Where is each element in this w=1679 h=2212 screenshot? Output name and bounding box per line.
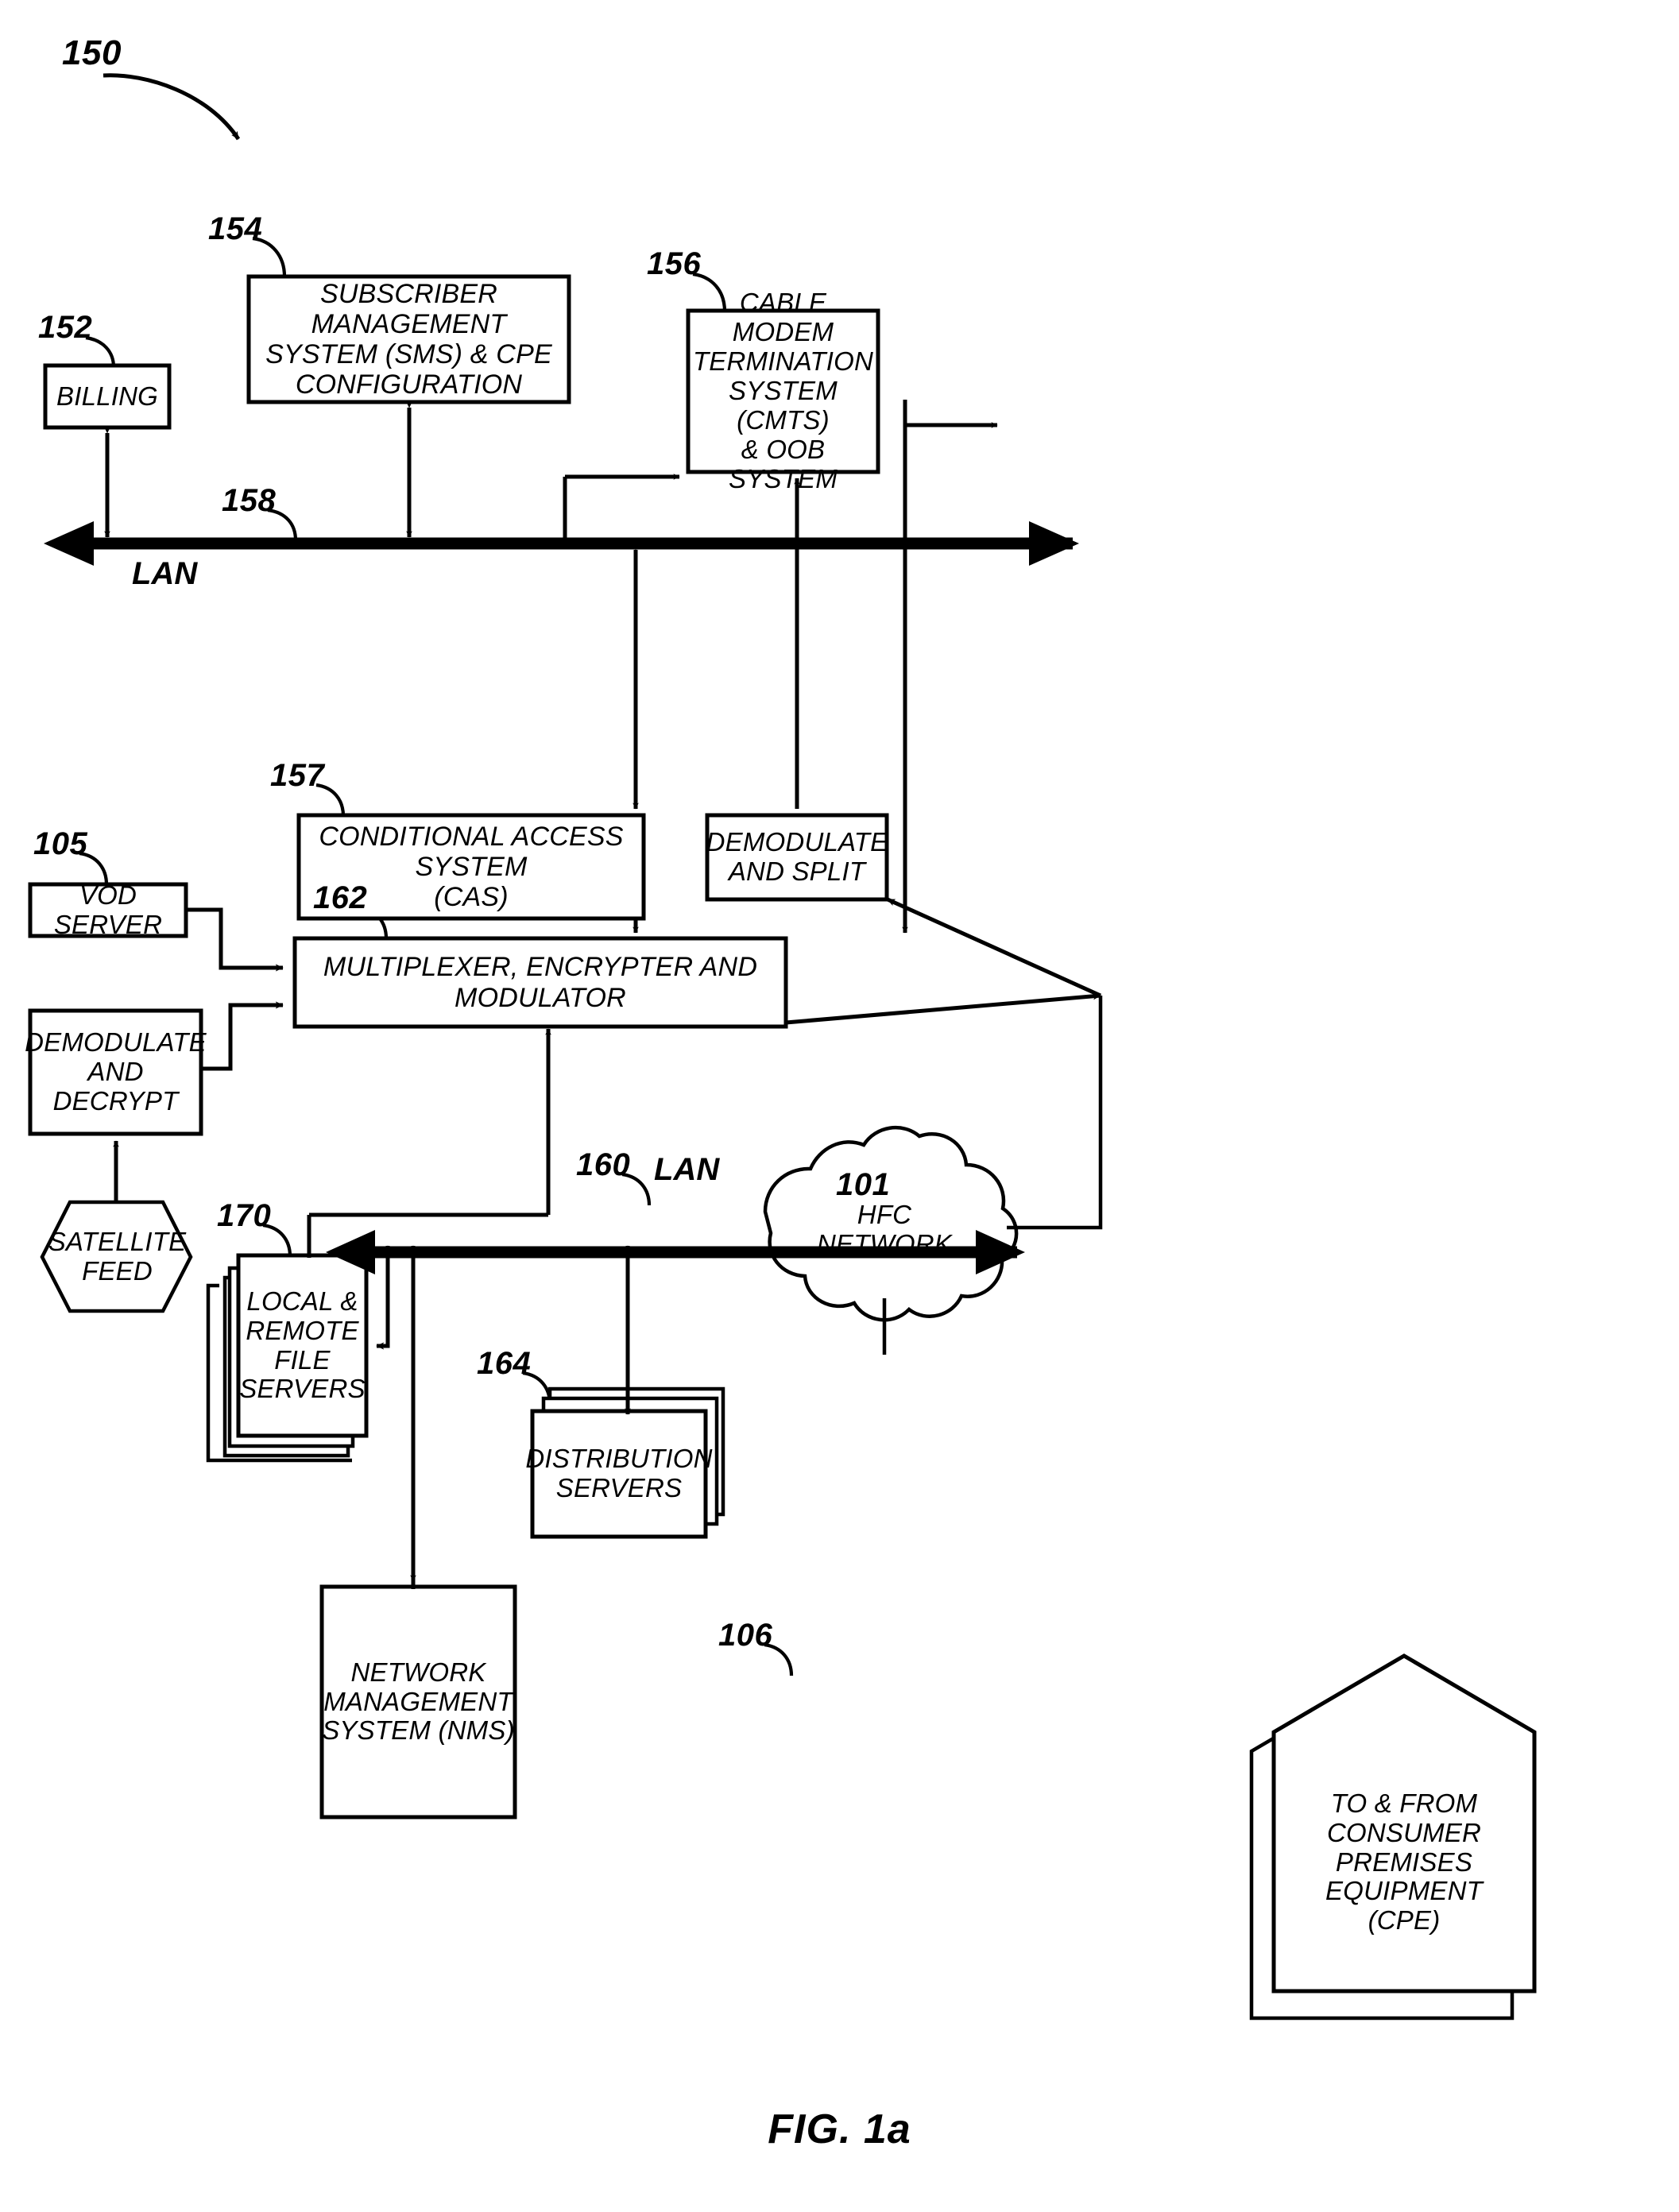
link-mux-hfc101 [785,992,1101,1025]
box-demodulate-and-split [705,813,889,902]
shape-satellite-feed [40,1200,193,1313]
ref-162: 162 [313,880,368,915]
ref-154: 154 [208,211,263,246]
shape-hfc-cloud [763,1125,1019,1322]
box-dist-servers [530,1409,708,1539]
link-101-down-to-hfc [1007,996,1103,1230]
box-vod-server [28,882,188,938]
diagram-lines-layer [28,73,1537,2021]
label-lan-158: LAN [132,556,198,591]
box-cmts [686,308,880,474]
box-file-servers [236,1253,369,1438]
bus-lan-158-arrow-left [44,521,94,566]
patent-figure-1a: 150 152 154 156 158 157 105 162 170 160 … [0,0,1679,2212]
label-lan-160: LAN [654,1152,720,1187]
ref-170: 170 [217,1198,272,1233]
link-hfc101-demodsplit [886,897,1102,998]
link-vod-mux [186,907,284,972]
ref-152: 152 [38,310,93,345]
box-multiplexer [292,936,788,1029]
figure-caption: FIG. 1a [768,2106,911,2152]
box-demodulate-and-decrypt [28,1008,203,1136]
ref-156: 156 [647,246,702,281]
ref-150: 150 [62,33,122,72]
ref-101: 101 [836,1167,891,1202]
ref-160: 160 [576,1147,631,1182]
ref-105: 105 [33,826,88,861]
box-sms [246,274,571,404]
ref-164: 164 [477,1346,532,1381]
box-billing [43,363,172,430]
shape-cpe [1271,1653,1537,1994]
link-demoddecrypt-mux [201,1001,284,1071]
ref-106: 106 [718,1618,773,1653]
leader-150 [103,73,241,141]
ref-158: 158 [222,483,277,518]
ref-157: 157 [270,758,325,793]
box-nms [319,1584,517,1819]
bus-lan-158-arrow-right [1029,521,1079,566]
